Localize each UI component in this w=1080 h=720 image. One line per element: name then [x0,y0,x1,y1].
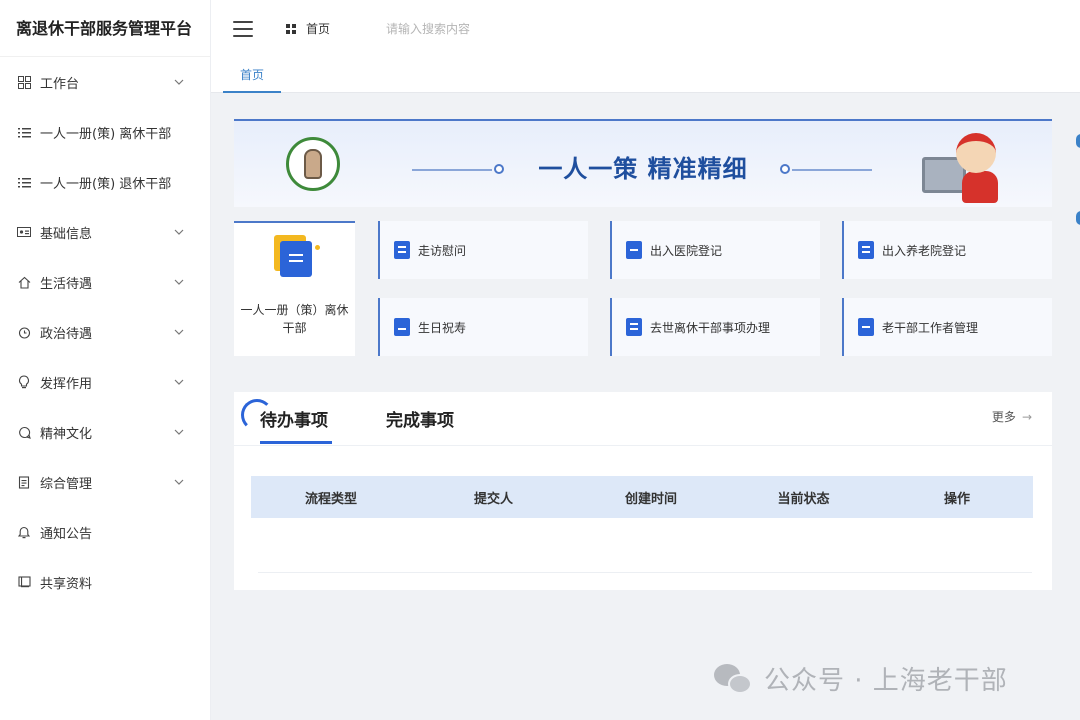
divider [234,445,1052,446]
column-header: 当前状态 [777,491,830,507]
tab-completed[interactable]: 完成事项 [386,406,454,431]
sidebar-item-living-benefits[interactable]: 生活待遇 [0,257,210,307]
breadcrumb-home[interactable]: 首页 [306,20,330,37]
chevron-down-icon [174,79,184,85]
watermark: 公众号 · 上海老干部 [714,660,1008,697]
sidebar-item-label: 工作台 [40,76,80,92]
menu-toggle-icon[interactable] [233,20,253,37]
quick-card-hospital[interactable]: 出入医院登记 [610,221,820,279]
feature-main-label: 一人一册（策）离休干部 [240,303,349,335]
dashboard-icon [16,74,32,90]
column-header: 提交人 [473,491,513,507]
edge-marker [1076,211,1080,225]
watermark-text: 公众号 · 上海老干部 [764,666,1008,696]
sidebar-item-political-benefits[interactable]: 政治待遇 [0,307,210,357]
chevron-down-icon [174,379,184,385]
sidebar-item-label: 基础信息 [40,226,93,242]
quick-card-label: 走访慰问 [418,243,467,258]
edge-marker [1076,134,1080,148]
sidebar-item-shared-materials[interactable]: 共享资料 [0,557,210,607]
tab-pending[interactable]: 待办事项 [260,406,328,431]
list-icon [16,124,32,140]
wallet-icon [858,318,874,336]
book-icon [16,574,32,590]
sidebar-item-spiritual-culture[interactable]: 精神文化 [0,407,210,457]
banner: 一人一策 精准精细 [234,119,1052,207]
chevron-down-icon [174,329,184,335]
more-link[interactable]: 更多 → [992,408,1032,425]
tasks-panel: 待办事项 完成事项 更多 → 流程类型 提交人 创建时间 当前状态 操作 [234,392,1052,590]
sidebar-item-lixiu-cadre[interactable]: 一人一册(策) 离休干部 [0,107,210,157]
chat-icon [16,424,32,440]
sidebar-item-play-role[interactable]: 发挥作用 [0,357,210,407]
table-header: 流程类型 提交人 创建时间 当前状态 操作 [251,476,1033,518]
medical-doc-icon [626,241,642,259]
more-label: 更多 [991,410,1016,424]
id-card-icon [16,224,32,240]
cake-icon [394,318,410,336]
sidebar-item-label: 综合管理 [40,476,93,492]
sidebar-item-tuixiu-cadre[interactable]: 一人一册(策) 退休干部 [0,157,210,207]
sidebar: 离退休干部服务管理平台 工作台 一人一册(策) 离休干部 一人一册(策) 退休干… [0,0,211,720]
quick-card-label: 出入医院登记 [650,243,723,258]
sidebar-item-label: 共享资料 [40,576,93,592]
list-icon [16,174,32,190]
sidebar-item-label: 通知公告 [40,526,93,542]
quick-card-label: 老干部工作者管理 [882,320,979,335]
chevron-down-icon [174,279,184,285]
chevron-down-icon [174,429,184,435]
banner-divider [792,169,872,171]
breadcrumb[interactable]: 首页 [286,20,330,37]
sidebar-item-label: 一人一册(策) 离休干部 [40,126,172,142]
chevron-down-icon [174,479,184,485]
quick-card-birthday[interactable]: 生日祝寿 [378,298,588,356]
page-tabs: 首页 [211,57,1080,93]
search-input[interactable] [386,13,647,44]
top-header: 首页 [211,0,1080,57]
sidebar-item-general-management[interactable]: 综合管理 [0,457,210,507]
quick-card-nursing-home[interactable]: 出入养老院登记 [842,221,1052,279]
bell-icon [16,524,32,540]
quick-card-staff-management[interactable]: 老干部工作者管理 [842,298,1052,356]
sidebar-item-label: 发挥作用 [40,376,93,392]
home-grid-icon [286,23,296,34]
banner-dot [780,164,790,174]
sidebar-item-label: 政治待遇 [40,326,93,342]
sidebar-menu: 工作台 一人一册(策) 离休干部 一人一册(策) 退休干部 基础信息 生活待遇 … [0,57,210,607]
sidebar-item-label: 生活待遇 [40,276,93,292]
quick-card-label: 去世离休干部事项办理 [650,320,771,335]
table-bottom-border [258,572,1032,573]
edit-doc-icon [394,241,410,259]
folder-doc-icon [268,233,322,283]
column-header: 操作 [943,491,970,507]
feature-main-card[interactable]: 一人一册（策）离休干部 [234,221,355,356]
mascot-illustration [922,129,1012,207]
column-header: 创建时间 [624,491,677,507]
quick-card-visit[interactable]: 走访慰问 [378,221,588,279]
tab-home[interactable]: 首页 [223,57,281,93]
quick-card-label: 生日祝寿 [418,320,467,335]
sidebar-item-notices[interactable]: 通知公告 [0,507,210,557]
house-icon [16,274,32,290]
lightbulb-icon [16,374,32,390]
column-header: 流程类型 [304,491,357,507]
sidebar-item-label: 精神文化 [40,426,93,442]
doc-icon [626,318,642,336]
wechat-icon [714,662,754,696]
sidebar-item-workbench[interactable]: 工作台 [0,57,210,107]
active-tab-indicator [260,441,332,444]
sidebar-item-basic-info[interactable]: 基础信息 [0,207,210,257]
quick-card-deceased-affairs[interactable]: 去世离休干部事项办理 [610,298,820,356]
chevron-down-icon [174,229,184,235]
quick-card-label: 出入养老院登记 [882,243,967,258]
arrow-right-icon: → [1021,409,1032,424]
sidebar-item-label: 一人一册(策) 退休干部 [40,176,172,192]
document-icon [16,474,32,490]
app-title: 离退休干部服务管理平台 [0,0,210,57]
doc-icon [858,241,874,259]
clock-icon [16,324,32,340]
